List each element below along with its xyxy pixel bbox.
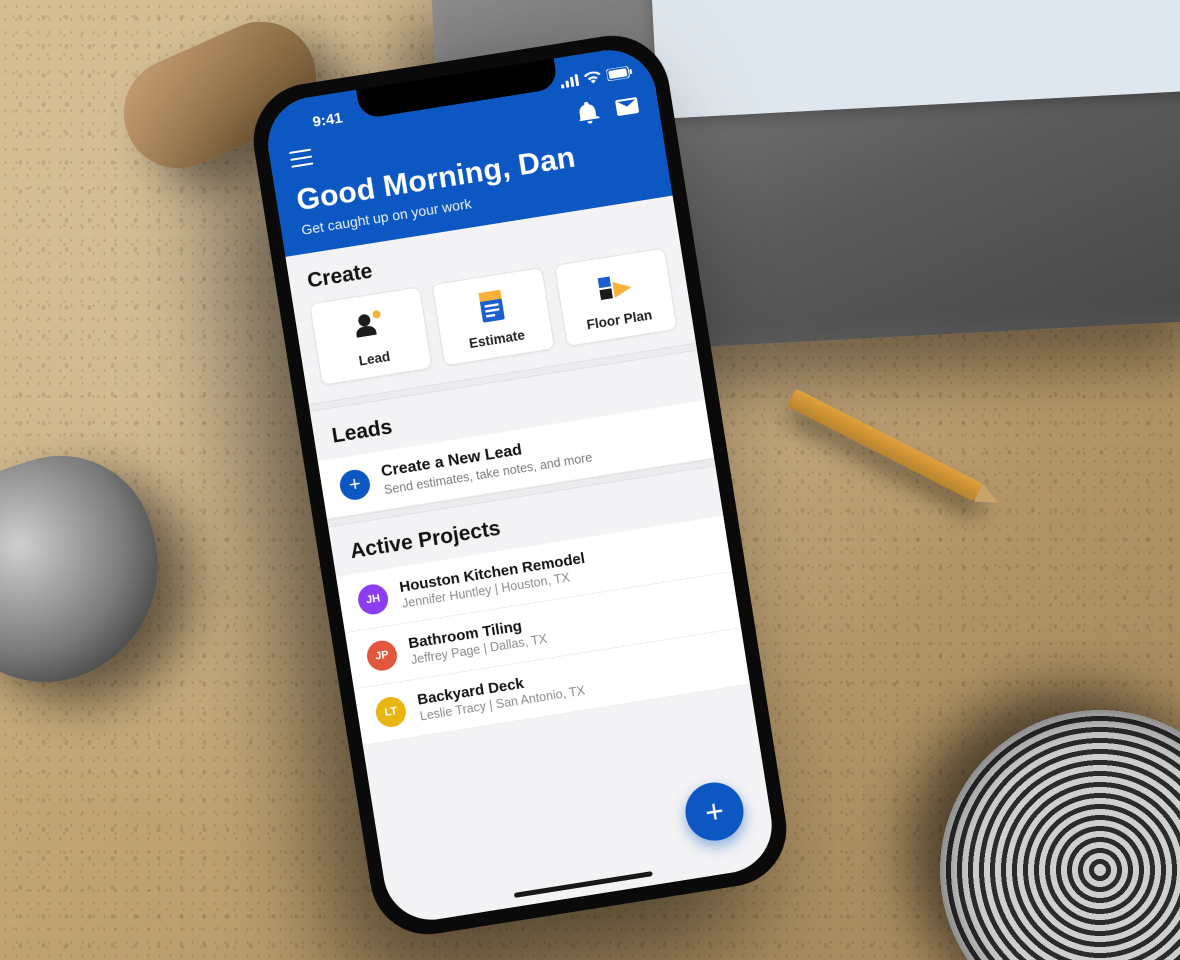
create-card-floorplan[interactable]: Floor Plan	[554, 247, 678, 346]
prop-hammer	[0, 431, 189, 708]
estimate-icon	[471, 286, 512, 327]
status-time: 9:41	[284, 109, 344, 135]
prop-pencil	[787, 388, 983, 501]
avatar: JH	[356, 582, 390, 616]
signal-icon	[560, 74, 580, 89]
plus-icon: +	[338, 468, 372, 502]
wifi-icon	[583, 70, 602, 85]
prop-tape-measure	[940, 710, 1180, 960]
prop-graph-paper	[650, 0, 1180, 119]
create-card-label: Floor Plan	[586, 307, 654, 332]
mail-icon[interactable]	[615, 97, 639, 116]
create-card-lead[interactable]: Lead	[309, 286, 433, 385]
create-card-label: Lead	[358, 349, 391, 369]
floorplan-icon	[594, 266, 635, 307]
lead-icon	[349, 305, 390, 346]
battery-icon	[606, 65, 634, 81]
create-card-label: Estimate	[468, 328, 526, 352]
create-card-estimate[interactable]: Estimate	[432, 267, 556, 366]
bell-icon[interactable]	[577, 100, 600, 125]
avatar: LT	[374, 695, 408, 729]
desk-scene: 9:41	[0, 0, 1180, 960]
avatar: JP	[365, 639, 399, 673]
status-indicators	[560, 65, 634, 88]
menu-button[interactable]	[289, 149, 313, 168]
